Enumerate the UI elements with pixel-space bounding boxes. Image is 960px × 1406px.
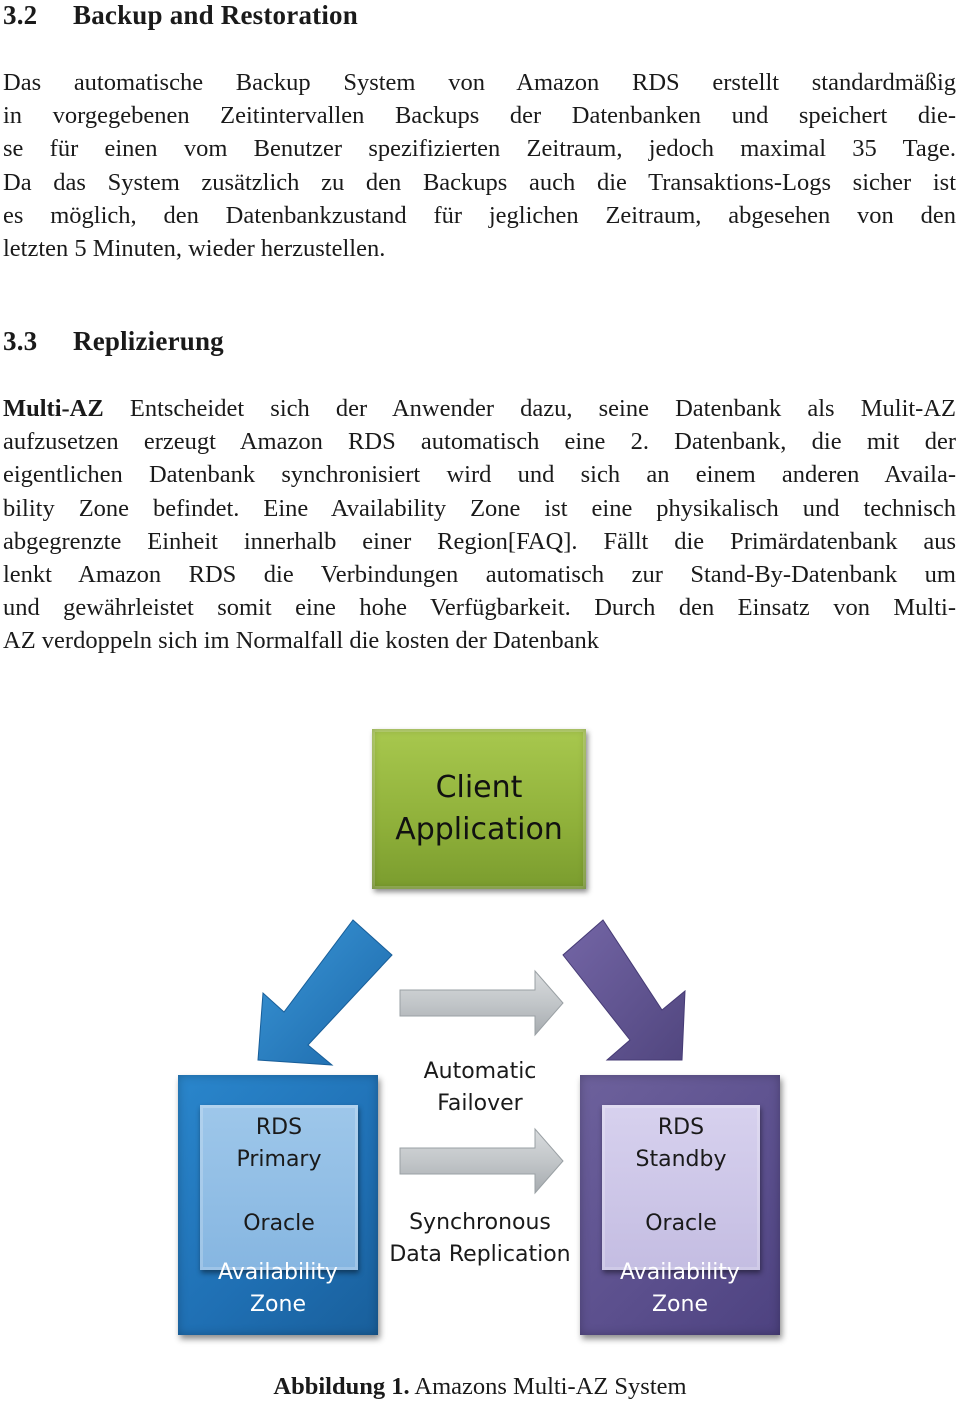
zone-line2: Zone bbox=[651, 1292, 708, 1317]
failover-line1: Automatic bbox=[423, 1059, 537, 1084]
text-line: se für einen vom Benutzer spezifizierten… bbox=[3, 135, 956, 163]
primary-availability-zone: RDS Primary Oracle Availability Zone bbox=[178, 1075, 378, 1335]
zone-line1: Availability bbox=[620, 1260, 740, 1285]
section-title: Backup and Restoration bbox=[73, 0, 358, 30]
text-line: es möglich, den Datenbankzustand für jeg… bbox=[3, 201, 956, 229]
availability-zone-label: Availability Zone bbox=[580, 1257, 780, 1321]
rds-label: RDS bbox=[255, 1115, 303, 1140]
arrow-to-standby-icon bbox=[562, 919, 686, 1061]
failover-label: Automatic Failover bbox=[370, 1056, 590, 1120]
text-line: Das automatische Backup System von Amazo… bbox=[3, 69, 956, 96]
caption-label: Abbildung 1. bbox=[273, 1373, 410, 1400]
section-number: 3.2 bbox=[3, 0, 38, 30]
paragraph-label: Multi-AZ bbox=[3, 395, 104, 422]
text-line: eigentlichen Datenbank synchronisiert wi… bbox=[3, 461, 956, 489]
text-line: letzten 5 Minuten, wieder herzustellen. bbox=[3, 235, 386, 263]
engine-label: Oracle bbox=[645, 1211, 717, 1236]
zone-line1: Availability bbox=[218, 1260, 338, 1285]
client-label-line2: Application bbox=[395, 812, 563, 847]
rds-standby-box: RDS Standby Oracle bbox=[602, 1105, 760, 1270]
zone-line2: Zone bbox=[249, 1292, 306, 1317]
failover-arrow-icon bbox=[399, 969, 564, 1037]
caption-text: Amazons Multi-AZ System bbox=[414, 1373, 687, 1400]
rds-label: RDS bbox=[657, 1115, 705, 1140]
section-number: 3.3 bbox=[3, 326, 38, 356]
client-application-box: Client Application bbox=[372, 729, 586, 889]
text-line: Multi-AZ Entscheidet sich der Anwender d… bbox=[3, 392, 956, 425]
availability-zone-label: Availability Zone bbox=[178, 1257, 378, 1321]
replication-label: Synchronous Data Replication bbox=[370, 1207, 590, 1271]
replication-arrow-icon bbox=[399, 1127, 564, 1195]
engine-label: Oracle bbox=[243, 1211, 315, 1236]
figure-caption: Abbildung 1. Amazons Multi-AZ System bbox=[0, 1373, 960, 1401]
text-run: Entscheidet sich der Anwender dazu, sein… bbox=[129, 395, 957, 422]
section-heading-replizierung: 3.3 Replizierung bbox=[3, 326, 224, 357]
section-heading-backup: 3.2 Backup and Restoration bbox=[3, 0, 358, 31]
client-label-line1: Client bbox=[435, 770, 523, 805]
text-line: AZ verdoppeln sich im Normalfall die kos… bbox=[3, 627, 599, 655]
arrow-to-primary-icon bbox=[257, 919, 393, 1066]
section-title: Replizierung bbox=[73, 326, 224, 356]
text-line: Da das System zusätzlich zu den Backups … bbox=[3, 168, 956, 196]
role-label: Standby bbox=[635, 1147, 727, 1172]
text-line: abgegrenzte Einheit innerhalb einer Regi… bbox=[3, 527, 956, 555]
text-line: lenkt Amazon RDS die Verbindungen automa… bbox=[3, 561, 956, 589]
text-line: bility Zone befindet. Eine Availability … bbox=[3, 494, 956, 522]
text-line: in vorgegebenen Zeitintervallen Backups … bbox=[3, 102, 956, 130]
text-line: und gewährleistet somit eine hohe Verfüg… bbox=[3, 594, 956, 622]
failover-line2: Failover bbox=[437, 1091, 523, 1116]
replication-line2: Data Replication bbox=[389, 1242, 571, 1267]
paragraph-backup: Das automatische Backup System von Amazo… bbox=[3, 66, 956, 265]
replication-line1: Synchronous bbox=[409, 1210, 551, 1235]
role-label: Primary bbox=[236, 1147, 322, 1172]
paragraph-multi-az: Multi-AZ Entscheidet sich der Anwender d… bbox=[3, 392, 956, 658]
rds-primary-box: RDS Primary Oracle bbox=[200, 1105, 358, 1270]
multi-az-diagram: Client Application RDS Primary Oracle Av… bbox=[170, 715, 790, 1355]
text-line: aufzusetzen erzeugt Amazon RDS automatis… bbox=[3, 428, 956, 456]
standby-availability-zone: RDS Standby Oracle Availability Zone bbox=[580, 1075, 780, 1335]
